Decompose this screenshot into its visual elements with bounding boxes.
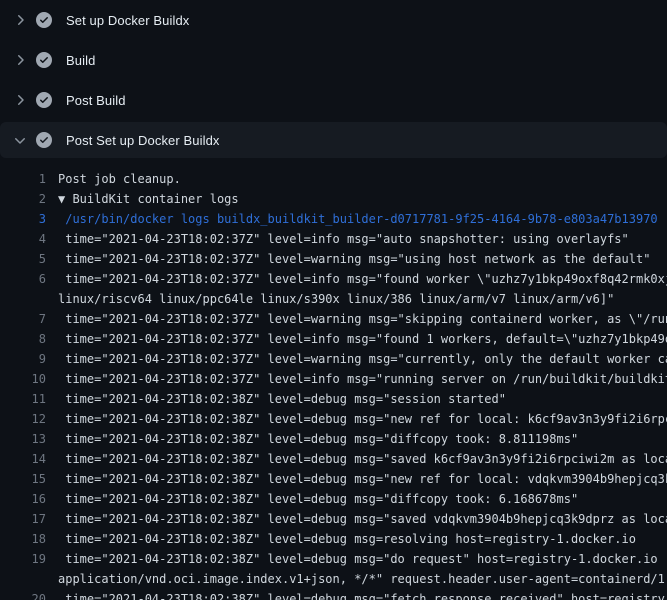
line-number[interactable]: 20 bbox=[0, 589, 46, 600]
log-line: 19 time="2021-04-23T18:02:38Z" level=deb… bbox=[0, 549, 667, 569]
chevron-right-icon bbox=[12, 52, 28, 68]
line-number[interactable]: 8 bbox=[0, 329, 46, 349]
log-line: 16 time="2021-04-23T18:02:38Z" level=deb… bbox=[0, 489, 667, 509]
log-line: 17 time="2021-04-23T18:02:38Z" level=deb… bbox=[0, 509, 667, 529]
chevron-right-icon bbox=[12, 92, 28, 108]
line-number[interactable]: 14 bbox=[0, 449, 46, 469]
log-text: time="2021-04-23T18:02:37Z" level=info m… bbox=[46, 369, 667, 389]
check-circle-icon bbox=[36, 52, 52, 68]
log-text: time="2021-04-23T18:02:37Z" level=warnin… bbox=[46, 349, 667, 369]
log-text: Post job cleanup. bbox=[46, 169, 181, 189]
log-text: time="2021-04-23T18:02:38Z" level=debug … bbox=[46, 449, 667, 469]
log-text: time="2021-04-23T18:02:38Z" level=debug … bbox=[46, 389, 506, 409]
steps-list: Set up Docker Buildx Build Post Build bbox=[0, 0, 667, 158]
check-circle-icon bbox=[36, 12, 52, 28]
log-output: 1Post job cleanup.2▼ BuildKit container … bbox=[0, 160, 667, 600]
log-line: 10 time="2021-04-23T18:02:37Z" level=inf… bbox=[0, 369, 667, 389]
step-label: Set up Docker Buildx bbox=[66, 13, 189, 28]
line-number[interactable]: 15 bbox=[0, 469, 46, 489]
log-line: 11 time="2021-04-23T18:02:38Z" level=deb… bbox=[0, 389, 667, 409]
log-text: time="2021-04-23T18:02:38Z" level=debug … bbox=[46, 549, 667, 569]
line-number[interactable]: 9 bbox=[0, 349, 46, 369]
log-line: 13 time="2021-04-23T18:02:38Z" level=deb… bbox=[0, 429, 667, 449]
line-number[interactable]: 2 bbox=[0, 189, 46, 209]
step-row-setup-docker-buildx[interactable]: Set up Docker Buildx bbox=[0, 0, 667, 40]
log-text: time="2021-04-23T18:02:38Z" level=debug … bbox=[46, 429, 578, 449]
log-text: time="2021-04-23T18:02:37Z" level=info m… bbox=[46, 229, 629, 249]
log-line: 8 time="2021-04-23T18:02:37Z" level=info… bbox=[0, 329, 667, 349]
log-text: time="2021-04-23T18:02:37Z" level=info m… bbox=[46, 269, 667, 289]
log-text: time="2021-04-23T18:02:38Z" level=debug … bbox=[46, 509, 667, 529]
check-circle-icon bbox=[36, 132, 52, 148]
line-number[interactable]: 4 bbox=[0, 229, 46, 249]
log-line: 14 time="2021-04-23T18:02:38Z" level=deb… bbox=[0, 449, 667, 469]
log-text: linux/riscv64 linux/ppc64le linux/s390x … bbox=[46, 289, 614, 309]
line-number[interactable]: 16 bbox=[0, 489, 46, 509]
step-row-post-setup-docker-buildx[interactable]: Post Set up Docker Buildx bbox=[0, 122, 667, 158]
line-number bbox=[0, 289, 46, 309]
step-label: Post Build bbox=[66, 93, 126, 108]
log-text: time="2021-04-23T18:02:38Z" level=debug … bbox=[46, 489, 578, 509]
line-number[interactable]: 17 bbox=[0, 509, 46, 529]
log-line: 2▼ BuildKit container logs bbox=[0, 189, 667, 209]
line-number[interactable]: 19 bbox=[0, 549, 46, 569]
log-text: time="2021-04-23T18:02:38Z" level=debug … bbox=[46, 529, 636, 549]
chevron-down-icon bbox=[12, 132, 28, 148]
chevron-right-icon bbox=[12, 12, 28, 28]
log-line: 7 time="2021-04-23T18:02:37Z" level=warn… bbox=[0, 309, 667, 329]
log-line: 18 time="2021-04-23T18:02:38Z" level=deb… bbox=[0, 529, 667, 549]
log-text: time="2021-04-23T18:02:38Z" level=debug … bbox=[46, 589, 667, 600]
line-number[interactable]: 18 bbox=[0, 529, 46, 549]
log-line: 3 /usr/bin/docker logs buildx_buildkit_b… bbox=[0, 209, 667, 229]
log-line: 5 time="2021-04-23T18:02:37Z" level=warn… bbox=[0, 249, 667, 269]
check-circle-icon bbox=[36, 92, 52, 108]
log-line-continuation: application/vnd.oci.image.index.v1+json,… bbox=[0, 569, 667, 589]
log-text: time="2021-04-23T18:02:38Z" level=debug … bbox=[46, 469, 667, 489]
log-line: 6 time="2021-04-23T18:02:37Z" level=info… bbox=[0, 269, 667, 289]
log-line: 20 time="2021-04-23T18:02:38Z" level=deb… bbox=[0, 589, 667, 600]
line-number[interactable]: 7 bbox=[0, 309, 46, 329]
log-text: time="2021-04-23T18:02:37Z" level=warnin… bbox=[46, 249, 650, 269]
step-label: Build bbox=[66, 53, 95, 68]
log-line: 1Post job cleanup. bbox=[0, 169, 667, 189]
step-label: Post Set up Docker Buildx bbox=[66, 133, 220, 148]
log-line: 4 time="2021-04-23T18:02:37Z" level=info… bbox=[0, 229, 667, 249]
log-text: time="2021-04-23T18:02:37Z" level=warnin… bbox=[46, 309, 667, 329]
step-row-build[interactable]: Build bbox=[0, 40, 667, 80]
log-text: time="2021-04-23T18:02:38Z" level=debug … bbox=[46, 409, 667, 429]
log-line: 9 time="2021-04-23T18:02:37Z" level=warn… bbox=[0, 349, 667, 369]
step-row-post-build[interactable]: Post Build bbox=[0, 80, 667, 120]
log-line-continuation: linux/riscv64 linux/ppc64le linux/s390x … bbox=[0, 289, 667, 309]
line-number[interactable]: 5 bbox=[0, 249, 46, 269]
line-number[interactable]: 10 bbox=[0, 369, 46, 389]
line-number[interactable]: 3 bbox=[0, 209, 46, 229]
log-group-toggle[interactable]: ▼ BuildKit container logs bbox=[46, 189, 239, 209]
log-line: 12 time="2021-04-23T18:02:38Z" level=deb… bbox=[0, 409, 667, 429]
line-number[interactable]: 11 bbox=[0, 389, 46, 409]
line-number[interactable]: 6 bbox=[0, 269, 46, 289]
log-text: time="2021-04-23T18:02:37Z" level=info m… bbox=[46, 329, 667, 349]
line-number[interactable]: 13 bbox=[0, 429, 46, 449]
log-text: /usr/bin/docker logs buildx_buildkit_bui… bbox=[46, 209, 658, 229]
line-number[interactable]: 12 bbox=[0, 409, 46, 429]
line-number[interactable]: 1 bbox=[0, 169, 46, 189]
log-text: application/vnd.oci.image.index.v1+json,… bbox=[46, 569, 667, 589]
log-line: 15 time="2021-04-23T18:02:38Z" level=deb… bbox=[0, 469, 667, 489]
line-number bbox=[0, 569, 46, 589]
actions-log-viewer: Set up Docker Buildx Build Post Build bbox=[0, 0, 667, 600]
